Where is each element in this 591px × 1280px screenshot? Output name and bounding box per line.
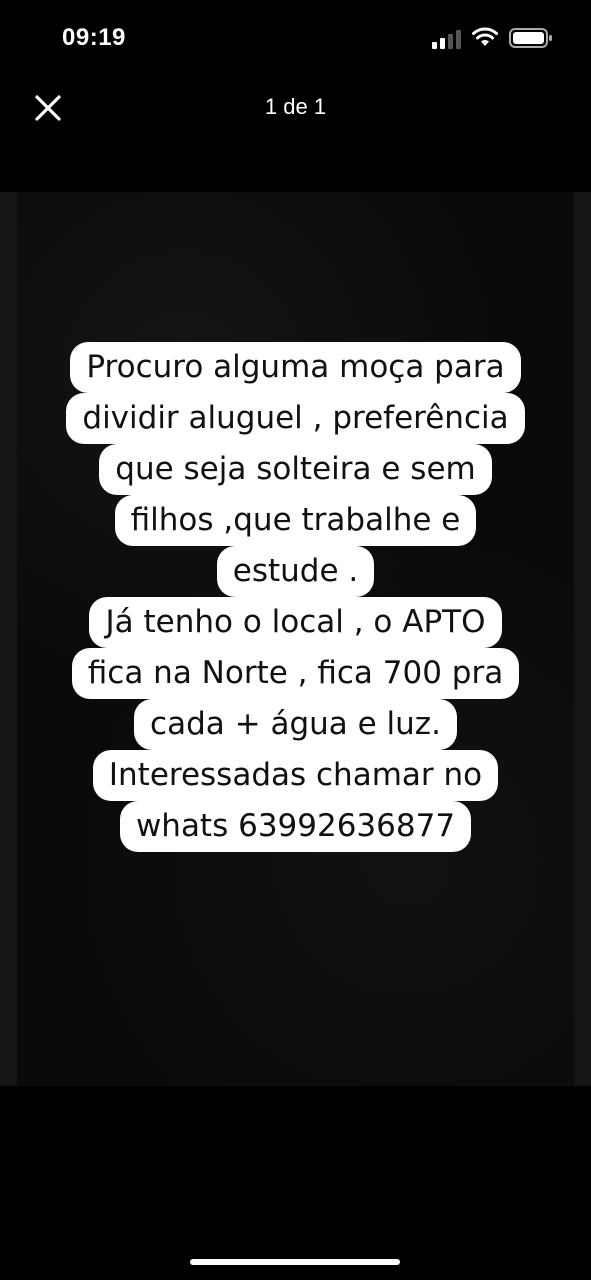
image-edge-left xyxy=(0,192,17,1086)
cellular-signal-icon xyxy=(432,30,461,49)
page-counter: 1 de 1 xyxy=(264,94,327,119)
text-line: Já tenho o local , o APTO xyxy=(17,597,574,648)
status-time: 09:19 xyxy=(62,24,126,51)
status-bar: 09:19 xyxy=(0,0,591,80)
wifi-icon xyxy=(472,27,498,46)
text-line: dividir aluguel , preferência xyxy=(17,393,574,444)
image-edge-right xyxy=(574,192,591,1086)
text-line: que seja solteira e sem xyxy=(17,444,574,495)
story-image[interactable]: Procuro alguma moça para dividir aluguel… xyxy=(17,192,574,1086)
post-text: Procuro alguma moça para dividir aluguel… xyxy=(17,342,574,852)
text-line: fica na Norte , fica 700 pra xyxy=(17,648,574,699)
text-line: filhos ,que trabalhe e xyxy=(17,495,574,546)
text-line: whats 63992636877 xyxy=(17,801,574,852)
text-line: Procuro alguma moça para xyxy=(17,342,574,393)
text-line: estude . xyxy=(17,546,574,597)
text-line: cada + água e luz. xyxy=(17,699,574,750)
text-line: Interessadas chamar no xyxy=(17,750,574,801)
viewer-header: 1 de 1 xyxy=(0,80,591,192)
home-indicator[interactable] xyxy=(190,1259,400,1265)
battery-icon xyxy=(509,28,552,48)
